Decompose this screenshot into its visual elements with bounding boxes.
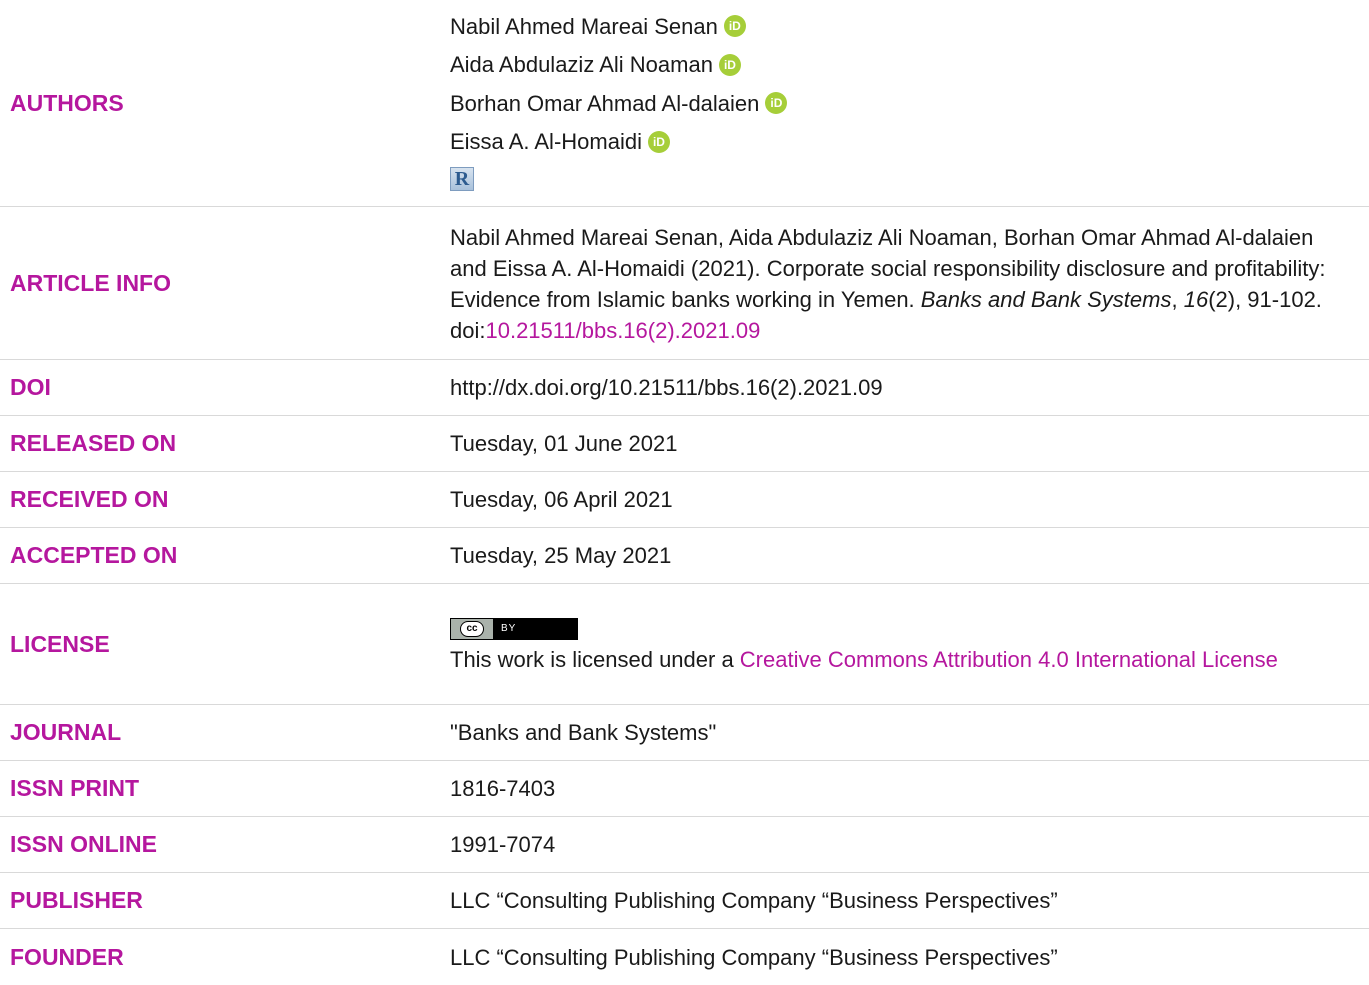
released-row: RELEASED ON Tuesday, 01 June 2021 <box>0 416 1369 472</box>
cc-badge-left: cc <box>451 618 493 639</box>
author-item: Nabil Ahmed Mareai Senan <box>450 7 1329 46</box>
publisher-row: PUBLISHER LLC “Consulting Publishing Com… <box>0 873 1369 929</box>
citation-journal: Banks and Bank Systems <box>920 287 1172 312</box>
released-value: Tuesday, 01 June 2021 <box>450 431 678 456</box>
license-row: LICENSE cc BY This work is licensed unde… <box>0 584 1369 705</box>
journal-value: "Banks and Bank Systems" <box>450 720 717 745</box>
author-name: Borhan Omar Ahmad Al-dalaien <box>450 90 760 116</box>
publisher-label: PUBLISHER <box>10 887 143 913</box>
issn-print-value: 1816-7403 <box>450 776 556 801</box>
author-name: Aida Abdulaziz Ali Noaman <box>450 52 713 78</box>
author-item: Borhan Omar Ahmad Al-dalaien <box>450 84 1329 123</box>
license-text-prefix: This work is licensed under a <box>450 646 740 672</box>
received-value: Tuesday, 06 April 2021 <box>450 487 673 512</box>
received-label: RECEIVED ON <box>10 486 169 512</box>
author-item: Eissa A. Al-Homaidi <box>450 123 1329 162</box>
accepted-row: ACCEPTED ON Tuesday, 25 May 2021 <box>0 528 1369 584</box>
orcid-icon[interactable] <box>718 53 741 76</box>
accepted-value: Tuesday, 25 May 2021 <box>450 543 672 568</box>
article-citation: Nabil Ahmed Mareai Senan, Aida Abdulaziz… <box>450 220 1369 346</box>
article-info-label: ARTICLE INFO <box>10 269 171 296</box>
journal-label: JOURNAL <box>10 719 122 745</box>
doi-label: DOI <box>10 374 51 400</box>
author-name: Eissa A. Al-Homaidi <box>450 129 642 155</box>
issn-print-label: ISSN PRINT <box>10 775 140 801</box>
issn-print-row: ISSN PRINT 1816-7403 <box>0 761 1369 817</box>
doi-row: DOI http://dx.doi.org/10.21511/bbs.16(2)… <box>0 360 1369 416</box>
cc-badge-by: BY <box>501 622 517 634</box>
researcherid-icon[interactable] <box>450 167 474 191</box>
cc-by-badge-icon[interactable]: cc BY <box>450 617 578 640</box>
citation-doi-link[interactable]: 10.21511/bbs.16(2).2021.09 <box>485 318 760 343</box>
publisher-value: LLC “Consulting Publishing Company “Busi… <box>450 888 1058 913</box>
accepted-label: ACCEPTED ON <box>10 542 178 568</box>
issn-online-value: 1991-7074 <box>450 832 556 857</box>
received-row: RECEIVED ON Tuesday, 06 April 2021 <box>0 472 1369 528</box>
orcid-icon[interactable] <box>723 15 746 38</box>
authors-label: AUTHORS <box>10 89 124 116</box>
founder-row: FOUNDER LLC “Consulting Publishing Compa… <box>0 929 1369 985</box>
author-name: Nabil Ahmed Mareai Senan <box>450 13 718 39</box>
cc-badge-circle: cc <box>460 620 484 637</box>
license-link[interactable]: Creative Commons Attribution 4.0 Interna… <box>740 647 1278 672</box>
journal-row: JOURNAL "Banks and Bank Systems" <box>0 705 1369 761</box>
citation-sep: , <box>1171 287 1184 312</box>
article-metadata-table: AUTHORS Nabil Ahmed Mareai Senan Aida Ab… <box>0 0 1369 985</box>
founder-value: LLC “Consulting Publishing Company “Busi… <box>450 944 1058 970</box>
issn-online-row: ISSN ONLINE 1991-7074 <box>0 817 1369 873</box>
orcid-icon[interactable] <box>647 130 670 153</box>
authors-row: AUTHORS Nabil Ahmed Mareai Senan Aida Ab… <box>0 0 1369 207</box>
license-value: cc BY This work is licensed under a Crea… <box>450 614 1369 675</box>
released-label: RELEASED ON <box>10 430 177 456</box>
license-text: This work is licensed under a Creative C… <box>450 644 1329 675</box>
article-info-row: ARTICLE INFO Nabil Ahmed Mareai Senan, A… <box>0 207 1369 360</box>
founder-label: FOUNDER <box>10 943 124 970</box>
researcherid-wrap <box>450 161 1329 199</box>
citation-volume: 16 <box>1183 287 1209 312</box>
license-label: LICENSE <box>10 630 110 657</box>
authors-list: Nabil Ahmed Mareai Senan Aida Abdulaziz … <box>450 7 1369 199</box>
doi-value: http://dx.doi.org/10.21511/bbs.16(2).202… <box>450 375 883 400</box>
author-item: Aida Abdulaziz Ali Noaman <box>450 46 1329 85</box>
issn-online-label: ISSN ONLINE <box>10 831 157 857</box>
orcid-icon[interactable] <box>765 92 788 115</box>
